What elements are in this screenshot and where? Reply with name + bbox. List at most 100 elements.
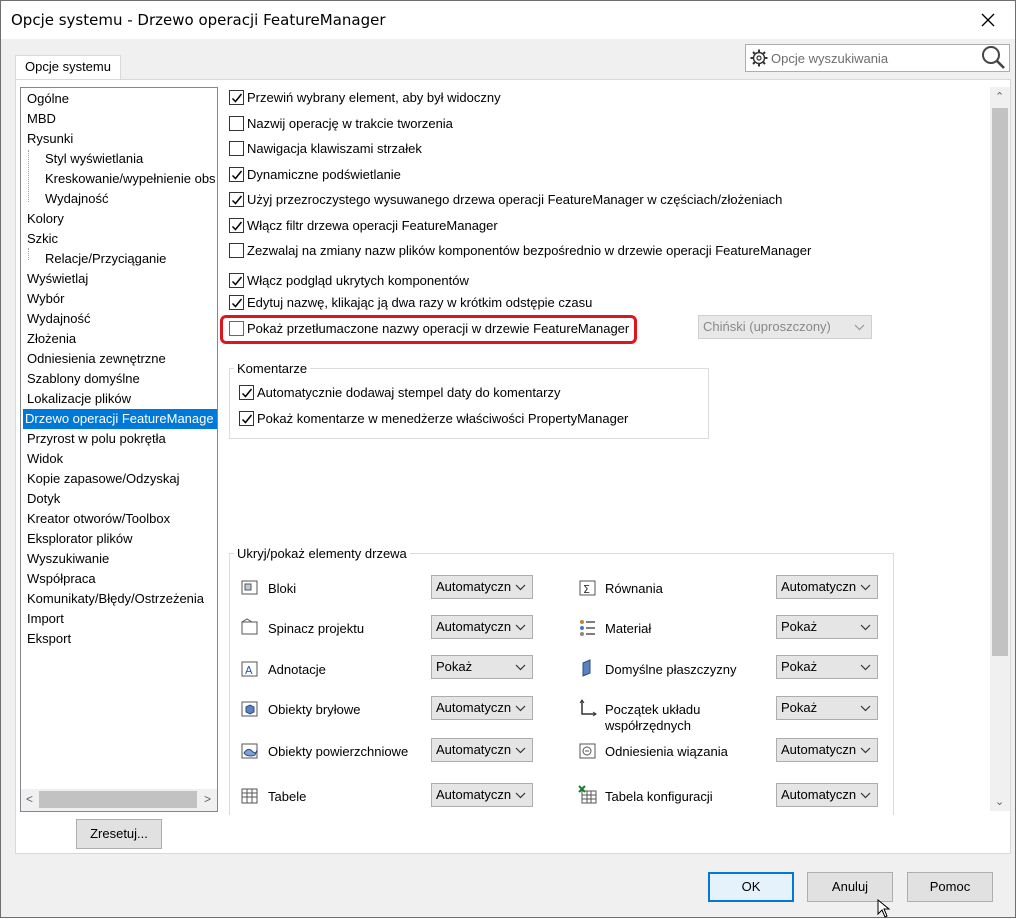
tree-element-label: Równania [605, 581, 663, 596]
tree-item-performance[interactable]: Wydajność [25, 309, 92, 329]
tree-horizontal-scrollbar[interactable]: < > [21, 789, 217, 811]
search-box[interactable]: Opcje wyszukiwania [745, 44, 1010, 72]
tree-item-spin-box-increments[interactable]: Przyrost w polu pokrętła [25, 429, 168, 449]
option-auto-date-stamp[interactable]: Automatycznie dodawaj stempel daty do ko… [239, 385, 561, 400]
svg-text:Σ: Σ [583, 583, 590, 596]
option-hidden-component-preview[interactable]: Włącz podgląd ukrytych komponentów [229, 273, 469, 288]
option-slow-double-click-rename[interactable]: Edytuj nazwę, klikając ją dwa razy w kró… [229, 295, 592, 310]
option-scroll-selected[interactable]: Przewiń wybrany element, aby był widoczn… [229, 90, 501, 105]
checkbox[interactable] [229, 90, 244, 105]
tree-item-display[interactable]: Wyświetlaj [25, 269, 90, 289]
tree-item-messages[interactable]: Komunikaty/Błędy/Ostrzeżenia [25, 589, 206, 609]
tab-system-options[interactable]: Opcje systemu [15, 55, 121, 79]
tree-elements-group-title: Ukryj/pokaż elementy drzewa [234, 546, 410, 561]
tree-item-general[interactable]: Ogólne [25, 89, 71, 109]
tree-item-hole-wizard-toolbox[interactable]: Kreator otworów/Toolbox [25, 509, 172, 529]
scroll-thumb[interactable] [39, 791, 197, 808]
equations-select[interactable]: Automatyczn [776, 575, 878, 599]
scroll-thumb[interactable] [992, 108, 1008, 656]
checkbox[interactable] [229, 295, 244, 310]
tree-item-file-locations[interactable]: Lokalizacje plików [25, 389, 133, 409]
checkbox[interactable] [229, 192, 244, 207]
select-value: Automatyczn [781, 787, 857, 802]
tree-item-hatch-fill[interactable]: Kreskowanie/wypełnienie obs [43, 169, 217, 189]
tree-item-display-style[interactable]: Styl wyświetlania [43, 149, 145, 169]
tables-select[interactable]: Automatyczn [431, 783, 533, 807]
annotations-select[interactable]: Pokaż [431, 655, 533, 679]
comments-group-title: Komentarze [234, 361, 311, 376]
reset-button[interactable]: Zresetuj... [76, 819, 162, 849]
scroll-up-icon[interactable]: ⌃ [995, 90, 1004, 103]
tree-item-sketch[interactable]: Szkic [25, 229, 60, 249]
cancel-button[interactable]: Anuluj [807, 872, 893, 902]
tree-item-assemblies[interactable]: Złożenia [25, 329, 78, 349]
category-tree[interactable]: Ogólne MBD Rysunki Styl wyświetlania Kre… [20, 87, 218, 812]
scroll-left-icon[interactable]: < [26, 792, 33, 806]
ok-button[interactable]: OK [708, 872, 794, 902]
tree-item-default-templates[interactable]: Szablony domyślne [25, 369, 142, 389]
checkbox[interactable] [229, 273, 244, 288]
tree-item-selection[interactable]: Wybór [25, 289, 66, 309]
checkbox[interactable] [229, 243, 244, 258]
tree-item-collaboration[interactable]: Współpraca [25, 569, 98, 589]
origin-icon [579, 699, 597, 717]
search-icon[interactable] [979, 44, 1007, 72]
tree-item-search[interactable]: Wyszukiwanie [25, 549, 111, 569]
mate-references-select[interactable]: Automatyczn [776, 738, 878, 762]
tree-item-external-references[interactable]: Odniesienia zewnętrzne [25, 349, 168, 369]
tree-item-relations-snaps[interactable]: Relacje/Przyciąganie [43, 249, 168, 269]
material-select[interactable]: Pokaż [776, 615, 878, 639]
tree-item-backup-recover[interactable]: Kopie zapasowe/Odzyskaj [25, 469, 181, 489]
tree-item-file-explorer[interactable]: Eksplorator plików [25, 529, 135, 549]
tree-item-colors[interactable]: Kolory [25, 209, 66, 229]
checkbox[interactable] [229, 141, 244, 156]
options-dialog: Opcje systemu - Drzewo operacji FeatureM… [0, 0, 1016, 918]
option-transparent-flyout[interactable]: Użyj przezroczystego wysuwanego drzewa o… [229, 192, 782, 207]
gear-icon[interactable] [749, 48, 769, 68]
surface-bodies-icon [241, 743, 258, 759]
option-rename-component-files[interactable]: Zezwalaj na zmiany nazw plików komponent… [229, 243, 811, 258]
tree-item-view[interactable]: Widok [25, 449, 65, 469]
option-arrow-key-navigation[interactable]: Nawigacja klawiszami strzałek [229, 141, 422, 156]
tree-item-mbd[interactable]: MBD [25, 109, 58, 129]
checkbox[interactable] [229, 321, 244, 336]
tree-item-drawings[interactable]: Rysunki [25, 129, 75, 149]
material-icon [580, 620, 595, 636]
vertical-scrollbar[interactable]: ⌃ ⌄ [990, 87, 1010, 811]
design-binder-select[interactable]: Automatyczn [431, 615, 533, 639]
chevron-down-icon [854, 316, 865, 345]
tree-connector [28, 248, 29, 260]
option-dynamic-highlight[interactable]: Dynamiczne podświetlanie [229, 167, 401, 182]
solid-bodies-select[interactable]: Automatyczn [431, 696, 533, 720]
option-tree-filter[interactable]: Włącz filtr drzewa operacji FeatureManag… [229, 218, 498, 233]
checkbox[interactable] [229, 116, 244, 131]
surface-bodies-select[interactable]: Automatyczn [431, 738, 533, 762]
language-select[interactable]: Chiński (uproszczony) [698, 315, 872, 339]
chevron-down-icon [860, 576, 871, 605]
blocks-select[interactable]: Automatyczn [431, 575, 533, 599]
checkbox[interactable] [229, 167, 244, 182]
scroll-down-icon[interactable]: ⌄ [995, 795, 1004, 808]
origin-select[interactable]: Pokaż [776, 696, 878, 720]
option-label: Dynamiczne podświetlanie [247, 167, 401, 182]
checkbox[interactable] [239, 411, 254, 426]
tree-item-featuremanager[interactable]: Drzewo operacji FeatureManage [23, 409, 217, 429]
tree-element-label: Materiał [605, 621, 652, 636]
checkbox[interactable] [229, 218, 244, 233]
default-planes-select[interactable]: Pokaż [776, 655, 878, 679]
tree-element-label: Bloki [268, 581, 297, 596]
close-button[interactable] [965, 1, 1011, 39]
option-show-comments-propertymanager[interactable]: Pokaż komentarze w menedżerze właściwośc… [239, 411, 628, 426]
tree-item-touch[interactable]: Dotyk [25, 489, 62, 509]
tree-item-import[interactable]: Import [25, 609, 66, 629]
search-input[interactable]: Opcje wyszukiwania [771, 51, 979, 66]
checkbox[interactable] [239, 385, 254, 400]
tree-item-export[interactable]: Eksport [25, 629, 73, 649]
default-planes-icon [582, 659, 591, 677]
option-translated-feature-names[interactable]: Pokaż przetłumaczone nazwy operacji w dr… [229, 321, 629, 336]
scroll-right-icon[interactable]: > [204, 792, 211, 806]
tree-item-drawings-performance[interactable]: Wydajność [43, 189, 110, 209]
design-table-select[interactable]: Automatyczn [776, 783, 878, 807]
help-button[interactable]: Pomoc [907, 872, 993, 902]
option-name-on-creation[interactable]: Nazwij operację w trakcie tworzenia [229, 116, 453, 131]
